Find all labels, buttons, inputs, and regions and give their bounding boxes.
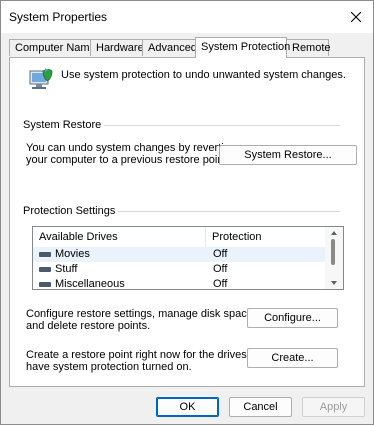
drives-list[interactable]: Available Drives Protection Movies Off S… <box>32 226 344 290</box>
tab-hardware[interactable]: Hardware <box>90 39 144 56</box>
drives-list-scrollbar[interactable] <box>325 227 343 289</box>
scroll-up-arrow-icon <box>331 231 337 235</box>
drive-row-stuff[interactable]: Stuff Off <box>33 262 325 277</box>
close-icon <box>351 12 361 22</box>
scroll-thumb[interactable] <box>331 239 335 265</box>
system-properties-dialog: System Properties Computer Name Hardware… <box>0 0 374 425</box>
system-restore-divider <box>88 125 340 126</box>
intro-text: Use system protection to undo unwanted s… <box>61 69 346 81</box>
ok-button[interactable]: OK <box>156 397 219 417</box>
scroll-down-button[interactable] <box>325 278 343 288</box>
computer-shield-icon <box>29 68 53 89</box>
drive-name: Stuff <box>55 263 78 275</box>
drive-icon <box>39 267 51 272</box>
drive-name: Movies <box>55 248 90 260</box>
system-restore-heading: System Restore <box>23 119 105 131</box>
drive-icon <box>39 252 51 257</box>
tab-system-protection[interactable]: System Protection <box>195 37 290 58</box>
drives-list-header: Available Drives Protection <box>33 227 325 248</box>
create-button[interactable]: Create... <box>247 348 338 368</box>
system-restore-text-line2: your computer to a previous restore poin… <box>26 154 230 166</box>
configure-text-line2: and delete restore points. <box>26 320 151 332</box>
protection-settings-divider <box>105 211 340 212</box>
title-bar: System Properties <box>1 1 373 33</box>
tab-remote[interactable]: Remote <box>286 39 331 56</box>
scroll-down-arrow-icon <box>331 281 337 285</box>
drive-protection-status: Off <box>213 278 228 290</box>
drive-row-movies[interactable]: Movies Off <box>33 247 325 262</box>
create-text-line1: Create a restore point right now for the… <box>26 349 269 361</box>
drive-row-miscellaneous[interactable]: Miscellaneous Off <box>33 277 325 290</box>
system-restore-button[interactable]: System Restore... <box>219 145 357 165</box>
configure-button[interactable]: Configure... <box>247 308 338 328</box>
scroll-up-button[interactable] <box>325 228 343 238</box>
tab-advanced[interactable]: Advanced <box>142 39 197 56</box>
system-restore-text-line1: You can undo system changes by reverting <box>26 142 236 154</box>
create-text-line2: have system protection turned on. <box>26 361 192 373</box>
apply-button[interactable]: Apply <box>302 397 365 417</box>
protection-settings-heading: Protection Settings <box>23 205 119 217</box>
column-header-available-drives[interactable]: Available Drives <box>33 227 205 247</box>
close-button[interactable] <box>339 1 373 33</box>
cancel-button[interactable]: Cancel <box>229 397 292 417</box>
tab-computer-name[interactable]: Computer Name <box>9 39 96 56</box>
drive-name: Miscellaneous <box>55 278 125 290</box>
drive-protection-status: Off <box>213 248 228 260</box>
drive-icon <box>39 282 51 287</box>
tab-panel-system-protection: Use system protection to undo unwanted s… <box>9 57 365 387</box>
column-header-protection[interactable]: Protection <box>205 227 325 247</box>
drive-protection-status: Off <box>213 263 228 275</box>
window-title: System Properties <box>9 10 108 24</box>
configure-text-line1: Configure restore settings, manage disk … <box>26 308 256 320</box>
